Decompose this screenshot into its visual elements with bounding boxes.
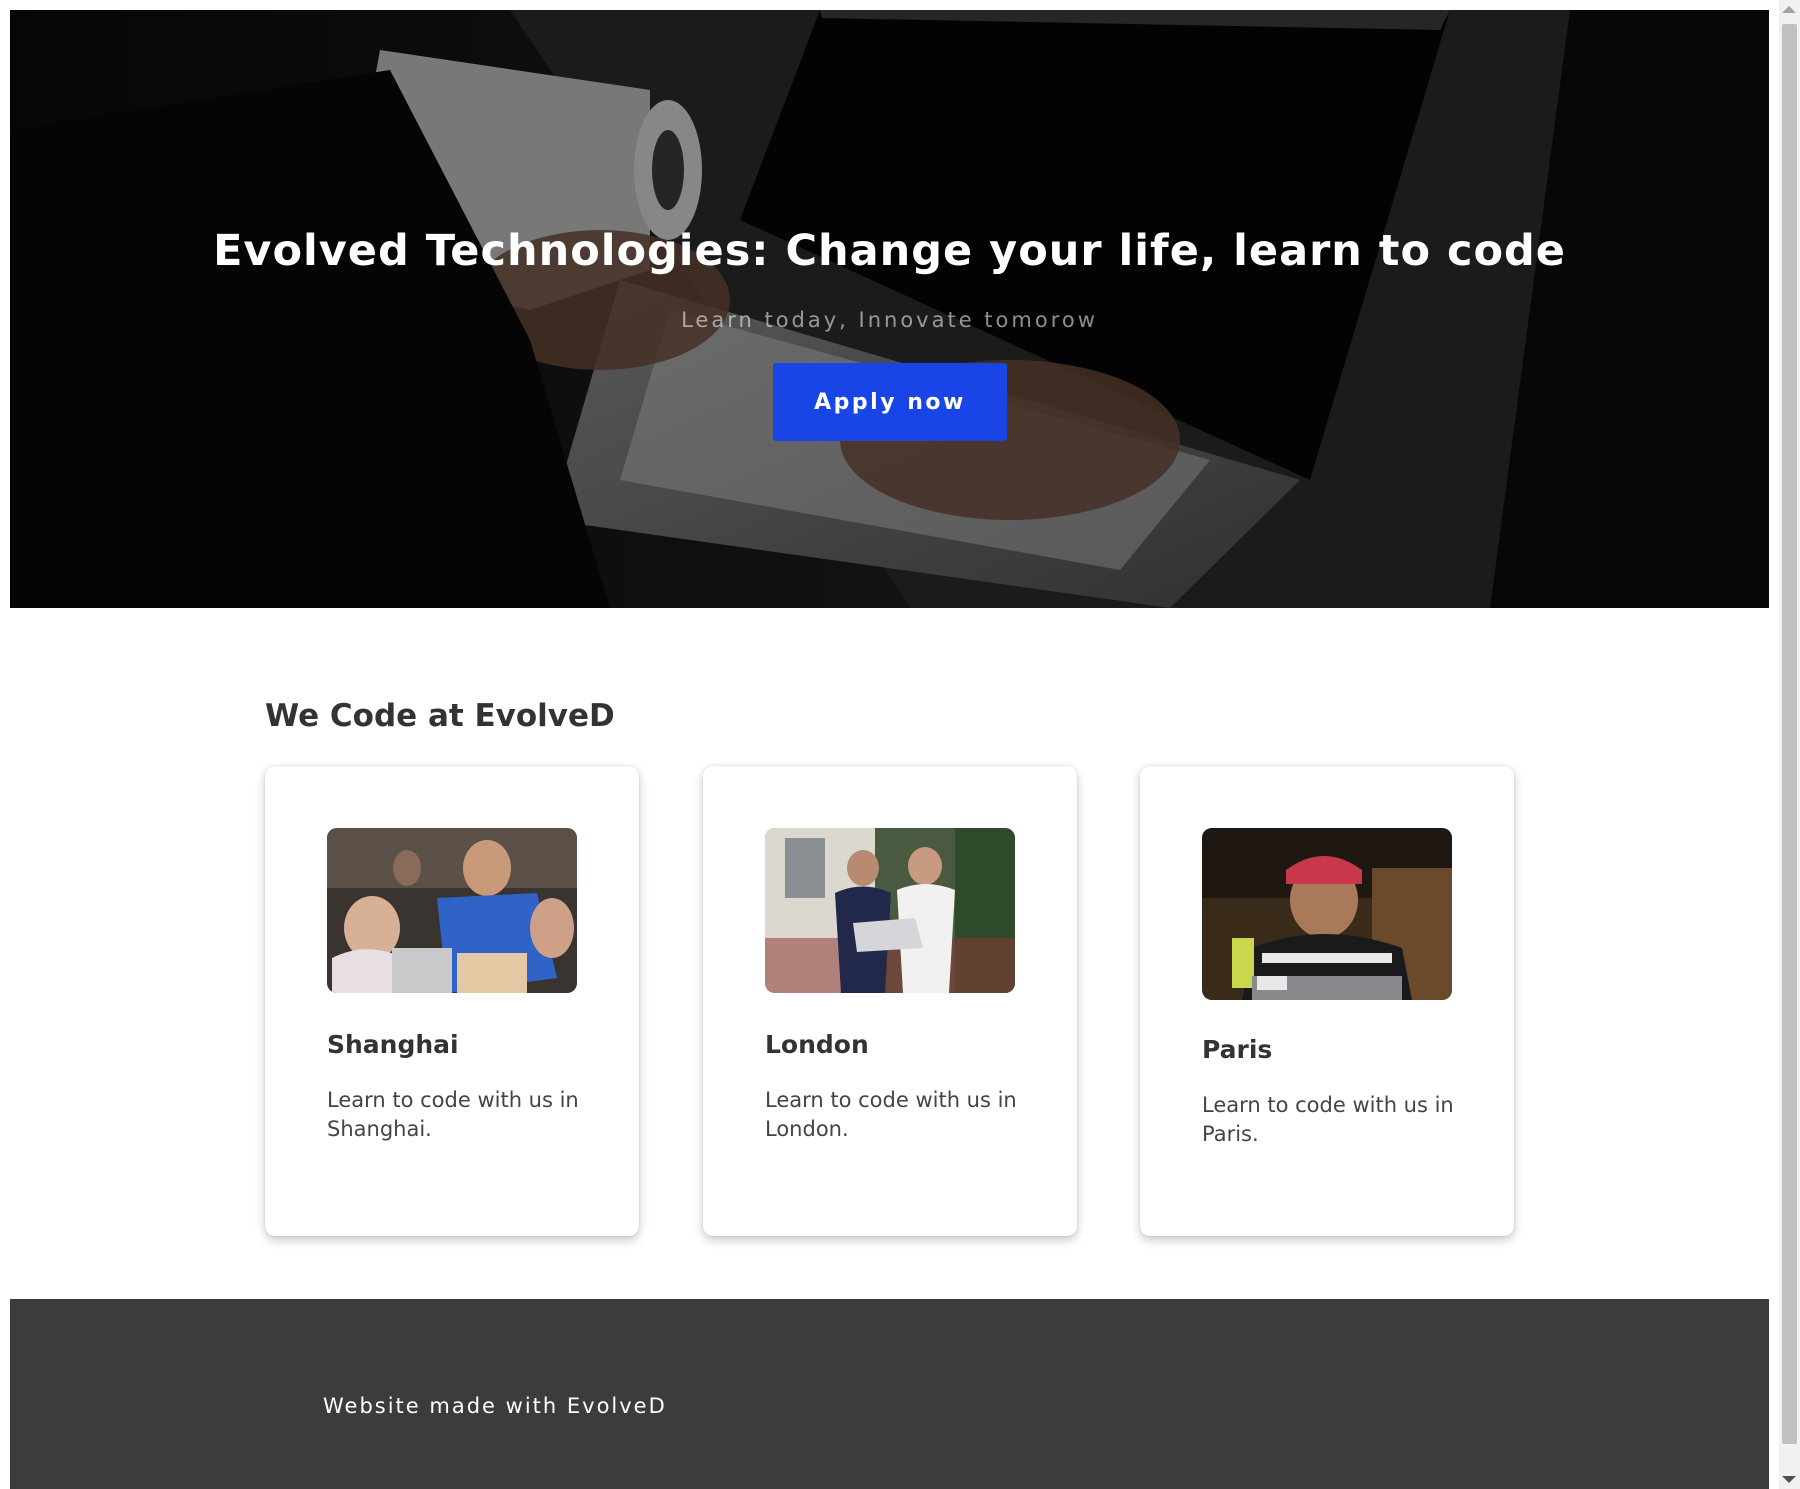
card-text: Learn to code with us in London.: [765, 1088, 1017, 1141]
hero-title: Evolved Technologies: Change your life, …: [213, 226, 1566, 276]
hero-subtitle: Learn today, Innovate tomorow: [681, 308, 1098, 332]
card-title: London: [765, 1030, 869, 1059]
two-men-laptop-photo: [765, 828, 1015, 993]
student-laptop-photo: [1202, 828, 1452, 1000]
card-text: Learn to code with us in Paris.: [1202, 1093, 1454, 1146]
scroll-thumb[interactable]: [1782, 24, 1797, 1444]
vertical-scrollbar[interactable]: [1779, 0, 1800, 1489]
page: Evolved Technologies: Change your life, …: [10, 10, 1769, 1489]
apply-now-button[interactable]: Apply now: [773, 363, 1007, 441]
scroll-down-arrow-icon[interactable]: [1782, 1476, 1796, 1483]
footer-text: Website made with EvolveD: [323, 1394, 667, 1418]
card-title: Shanghai: [327, 1030, 459, 1059]
card-title: Paris: [1202, 1035, 1273, 1064]
group-laptops-photo: [327, 828, 577, 993]
card-paris: Paris Learn to code with us in Paris.: [1140, 766, 1514, 1236]
card-shanghai: Shanghai Learn to code with us in Shangh…: [265, 766, 639, 1236]
scroll-up-arrow-icon[interactable]: [1782, 6, 1796, 13]
hero-banner: Evolved Technologies: Change your life, …: [10, 10, 1769, 608]
footer: Website made with EvolveD: [10, 1299, 1769, 1489]
card-text: Learn to code with us in Shanghai.: [327, 1088, 579, 1141]
section-title: We Code at EvolveD: [265, 698, 615, 734]
card-london: London Learn to code with us in London.: [703, 766, 1077, 1236]
